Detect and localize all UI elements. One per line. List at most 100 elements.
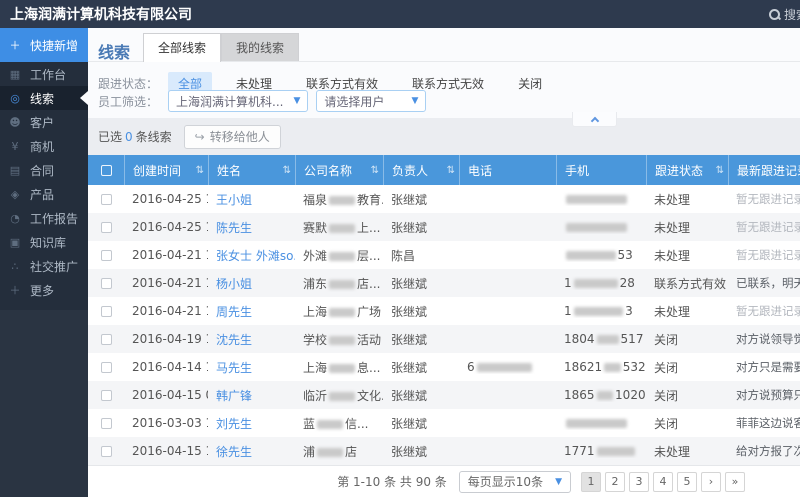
company-visible-suffix: 信... [345, 416, 369, 431]
redacted-text [573, 307, 624, 316]
sidebar-item-workbench[interactable]: ▦ 工作台 [0, 62, 88, 86]
transfer-button[interactable]: ↪ 转移给他人 [183, 124, 281, 149]
row-checkbox[interactable] [100, 361, 112, 373]
top-bar: 上海润满计算机科技有限公司 搜索 [0, 0, 800, 28]
quick-add-label: 快捷新增 [30, 38, 79, 53]
sidebar-item-contract[interactable]: ▤ 合同 [0, 158, 88, 182]
cell-name-link[interactable]: 张女士 外滩so... [208, 247, 295, 264]
tab-我的线索[interactable]: 我的线索 [221, 33, 300, 62]
cell-mobile [556, 192, 646, 206]
sidebar-item-share[interactable]: ∴ 社交推广 [0, 254, 88, 278]
column-header-label: 负责人 [392, 163, 429, 178]
column-header: 最新跟进记录 [728, 155, 800, 185]
cell-name-link[interactable]: 沈先生 [208, 331, 295, 348]
sort-icon[interactable]: ⇅ [196, 165, 204, 176]
cell-name-link[interactable]: 陈先生 [208, 219, 295, 236]
plus-icon: ＋ [9, 39, 21, 52]
row-checkbox[interactable] [100, 277, 112, 289]
mobile-visible-prefix: 1865 [564, 388, 595, 402]
redacted-text [329, 391, 356, 401]
cell-owner: 张继斌 [391, 304, 428, 319]
company-select[interactable]: 上海润满计算机科... ▼ [168, 90, 309, 112]
cell-name-link[interactable]: 周先生 [208, 303, 295, 320]
cell-latest-record: 给对方报了次... [736, 444, 800, 458]
sort-icon[interactable]: ⇅ [371, 165, 379, 176]
pagination-bar: 第 1-10 条 共 90 条 每页显示10条 ▼ 1 2 3 4 5 ›» [88, 465, 800, 497]
sidebar-item-knowledge[interactable]: ▣ 知识库 [0, 230, 88, 254]
redacted-text [317, 419, 344, 429]
company-visible-suffix: 息... [357, 360, 381, 375]
user-select-value: 请选择用户 [324, 94, 385, 109]
sidebar-item-label: 产品 [30, 187, 55, 202]
company-visible-prefix: 外滩 [303, 248, 328, 263]
collapse-panel-button[interactable] [572, 112, 617, 127]
redacted-text [566, 223, 627, 232]
row-checkbox[interactable] [100, 389, 112, 401]
page-button-5[interactable]: 5 [677, 471, 697, 492]
page-button-3[interactable]: 3 [629, 471, 649, 492]
cell-name-link[interactable]: 王小姐 [208, 191, 295, 208]
mobile-visible-prefix: 18621 [564, 360, 603, 374]
column-header: 创建时间 ⇅ [124, 155, 208, 185]
row-checkbox-cell [88, 277, 124, 289]
user-select[interactable]: 请选择用户 ▼ [316, 90, 427, 112]
row-checkbox[interactable] [100, 305, 112, 317]
column-header: 手机 [556, 155, 646, 185]
sidebar-item-label: 商机 [30, 139, 55, 154]
sidebar-item-label: 知识库 [30, 235, 67, 250]
company-visible-prefix: 上海 [303, 304, 328, 319]
page-button-2[interactable]: 2 [605, 471, 625, 492]
tab-全部线索[interactable]: 全部线索 [143, 33, 222, 62]
company-visible-prefix: 浦 [303, 444, 316, 459]
quick-add-button[interactable]: ＋ 快捷新增 [0, 28, 88, 62]
row-checkbox[interactable] [100, 193, 112, 205]
sort-icon[interactable]: ⇅ [447, 165, 455, 176]
cell-status: 关闭 [654, 388, 679, 403]
next-page-button[interactable]: › [701, 471, 721, 492]
mobile-visible-suffix: 3 [625, 304, 633, 318]
sidebar-item-leads[interactable]: ◎ 线索 [0, 86, 88, 110]
knowledge-icon: ▣ [9, 235, 21, 249]
column-header-label: 手机 [565, 163, 590, 178]
sidebar-item-product[interactable]: ◈ 产品 [0, 182, 88, 206]
row-checkbox[interactable] [100, 333, 112, 345]
company-visible-prefix: 福泉 [303, 192, 328, 207]
cell-create-time: 2016-04-21 13:57 [132, 276, 208, 290]
row-checkbox[interactable] [100, 221, 112, 233]
page-button-1[interactable]: 1 [581, 471, 601, 492]
page-button-4[interactable]: 4 [653, 471, 673, 492]
cell-name-link[interactable]: 马先生 [208, 359, 295, 376]
cell-name-link[interactable]: 徐先生 [208, 443, 295, 460]
sidebar-item-opportunity[interactable]: ¥ 商机 [0, 134, 88, 158]
sort-icon[interactable]: ⇅ [716, 165, 724, 176]
cell-name-link[interactable]: 韩广锋 [208, 387, 295, 404]
table-body: 2016-04-25 16:59王小姐福泉教育...张继斌未处理暂无跟进记录20… [88, 185, 800, 465]
sidebar-item-label: 客户 [30, 115, 55, 130]
global-search[interactable]: 搜索 [768, 6, 800, 23]
cell-name-link[interactable]: 刘先生 [208, 415, 295, 432]
sidebar: ＋ 快捷新增 ▦ 工作台 ◎ 线索 ☻ 客户 ¥ 商机 ▤ 合同 ◈ 产品 ◔ 工作报告 ▣ 知识库 ∴ 社交推广… [0, 28, 88, 497]
sidebar-item-customers[interactable]: ☻ 客户 [0, 110, 88, 134]
row-checkbox[interactable] [100, 249, 112, 261]
redacted-text [596, 335, 619, 344]
selected-prefix: 已选 [98, 130, 123, 144]
status-option[interactable]: 关闭 [508, 72, 552, 95]
sidebar-item-label: 工作报告 [30, 211, 79, 226]
mobile-visible-prefix: 1 [564, 276, 572, 290]
row-checkbox-cell [88, 249, 124, 261]
sidebar-item-report[interactable]: ◔ 工作报告 [0, 206, 88, 230]
row-checkbox[interactable] [100, 445, 112, 457]
select-all-checkbox[interactable] [100, 164, 112, 176]
sidebar-item-more-plus[interactable]: ＋ 更多 [0, 278, 88, 302]
cell-name-link[interactable]: 杨小姐 [208, 275, 295, 292]
pager: 1 2 3 4 5 ›» [581, 471, 745, 492]
row-checkbox[interactable] [100, 417, 112, 429]
sidebar-item-label: 线索 [30, 91, 55, 106]
cell-status: 未处理 [654, 220, 691, 235]
mobile-visible-prefix: 1804 [564, 332, 595, 346]
search-label: 搜索 [783, 7, 800, 22]
last-page-button[interactable]: » [725, 471, 745, 492]
customers-icon: ☻ [9, 115, 21, 129]
page-size-select[interactable]: 每页显示10条 ▼ [458, 470, 571, 493]
sort-icon[interactable]: ⇅ [283, 165, 291, 176]
